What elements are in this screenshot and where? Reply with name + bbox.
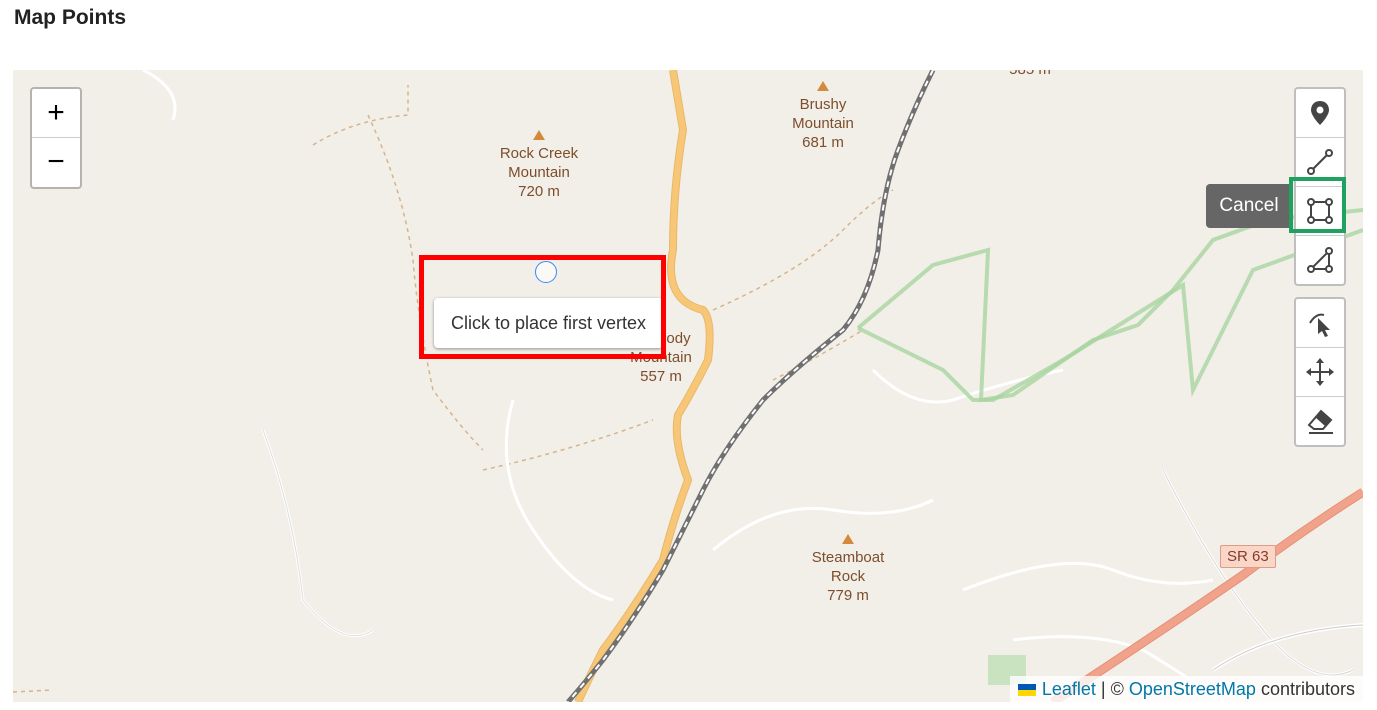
- zoom-out-button[interactable]: −: [32, 138, 80, 186]
- road-shield-sr63: SR 63: [1220, 545, 1276, 568]
- zoom-in-button[interactable]: +: [32, 89, 80, 138]
- polyline-icon: [1307, 149, 1333, 175]
- peak-icon: [533, 130, 545, 140]
- active-tool-highlight: [1289, 177, 1346, 233]
- tooltip-highlight: [419, 255, 666, 359]
- edit-toolbar: [1294, 297, 1346, 447]
- leaflet-link[interactable]: Leaflet: [1042, 679, 1096, 699]
- draw-marker-button[interactable]: [1296, 89, 1344, 138]
- label-rock-creek: Rock Creek Mountain 720 m: [499, 145, 579, 200]
- label-steamboat: Steamboat Rock 779 m: [811, 549, 885, 604]
- attribution-separator: | ©: [1100, 679, 1124, 699]
- peak-icon: [817, 81, 829, 91]
- draw-polygon-button[interactable]: [1296, 236, 1344, 284]
- map[interactable]: Rock Creek Mountain 720 m Brushy Mountain 68…: [13, 70, 1363, 702]
- cancel-drawing-button[interactable]: Cancel: [1206, 184, 1292, 228]
- move-icon: [1306, 358, 1334, 386]
- polygon-icon: [1307, 247, 1333, 273]
- map-attribution: Leaflet | © OpenStreetMap contributors: [1009, 676, 1363, 702]
- label-brushy: Brushy Mountain 681 m: [792, 96, 854, 151]
- edit-icon: [1309, 313, 1330, 337]
- peak-icon: [842, 534, 854, 544]
- attribution-suffix: contributors: [1260, 679, 1355, 699]
- label-top-elevation: 585 m: [1009, 70, 1051, 79]
- marker-icon: [1311, 101, 1329, 125]
- ukraine-flag-icon: [1017, 684, 1036, 697]
- eraser-icon: [1307, 409, 1333, 434]
- map-tiles: [13, 70, 1363, 702]
- openstreetmap-link[interactable]: OpenStreetMap: [1129, 679, 1256, 699]
- page-title: Map Points: [14, 6, 127, 29]
- move-layers-button[interactable]: [1296, 348, 1344, 397]
- zoom-control: + −: [30, 87, 82, 189]
- edit-layers-button[interactable]: [1296, 299, 1344, 348]
- delete-layers-button[interactable]: [1296, 397, 1344, 445]
